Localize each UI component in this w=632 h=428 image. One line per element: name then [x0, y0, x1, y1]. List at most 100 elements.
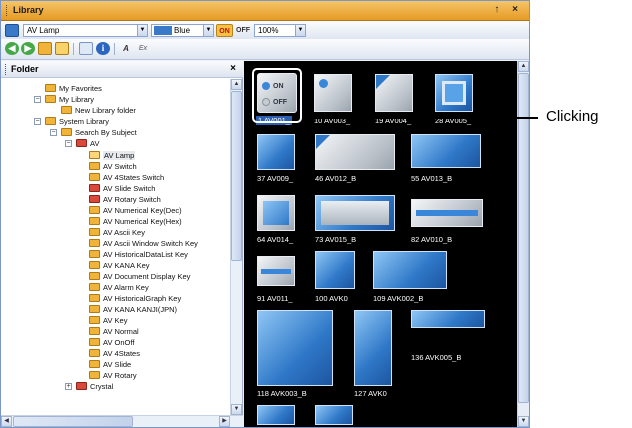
part-tile[interactable]: [257, 256, 295, 286]
folder-icon: [89, 239, 100, 247]
window-title: Library: [13, 5, 44, 15]
collapse-icon[interactable]: −: [65, 140, 72, 147]
tree-item[interactable]: AV Document Display Key: [89, 271, 190, 282]
scroll-down-icon[interactable]: ▼: [518, 416, 529, 427]
grip-handle[interactable]: [5, 64, 7, 75]
scroll-down-icon[interactable]: ▼: [231, 404, 242, 415]
part-tile[interactable]: [315, 251, 355, 289]
tree-item-av-lamp[interactable]: AV Lamp: [89, 150, 136, 161]
part-tile[interactable]: [314, 74, 352, 112]
inner-square: [442, 81, 466, 105]
folder-vertical-scrollbar[interactable]: ▲ ▼: [230, 79, 242, 415]
off-toggle[interactable]: OFF: [234, 24, 252, 37]
tree-item[interactable]: AV Ascii Window Switch Key: [89, 238, 198, 249]
folder-header: Folder ×: [1, 61, 243, 78]
tree-item[interactable]: AV Switch: [89, 161, 137, 172]
tree-item-av[interactable]: AV: [76, 138, 99, 149]
library-icon: [5, 24, 19, 37]
collapse-icon[interactable]: −: [34, 118, 41, 125]
tree-item[interactable]: AV Rotary Switch: [89, 194, 161, 205]
gallery-item-label: 82 AV010_B: [411, 235, 453, 244]
scroll-up-icon[interactable]: ▲: [518, 61, 529, 72]
chevron-down-icon[interactable]: ▼: [203, 25, 213, 36]
font-icon[interactable]: Ex: [136, 42, 150, 55]
toolbar-separator: [73, 43, 74, 55]
info-icon[interactable]: i: [96, 42, 110, 55]
copy-icon[interactable]: [79, 42, 93, 55]
part-tile[interactable]: [257, 195, 295, 231]
tree-item-my-library[interactable]: My Library: [45, 94, 94, 105]
part-tile[interactable]: [257, 134, 295, 170]
tree-item[interactable]: AV Slide Switch: [89, 183, 155, 194]
folder-horizontal-scrollbar[interactable]: ◀ ▶: [1, 415, 243, 427]
folder-up-icon[interactable]: [38, 42, 52, 55]
view-icon[interactable]: [55, 42, 69, 55]
tree-item-new-library-folder[interactable]: New Library folder: [61, 105, 136, 116]
collapse-icon[interactable]: −: [50, 129, 57, 136]
part-tile[interactable]: [315, 405, 353, 425]
tree-item-system-library[interactable]: System Library: [45, 116, 109, 127]
scrollbar-thumb[interactable]: [231, 91, 242, 261]
gallery-vertical-scrollbar[interactable]: ▲ ▼: [517, 61, 529, 427]
folder-icon: [89, 173, 100, 181]
gallery-item-label: 46 AV012_B: [315, 174, 357, 183]
part-tile[interactable]: [375, 74, 413, 112]
parts-gallery: ON OFF 1 AV001_ 10 AV003_ 19 AV004_ 28 A…: [244, 61, 529, 427]
part-tile[interactable]: [257, 310, 333, 386]
tree-item-crystal[interactable]: Crystal: [76, 381, 113, 392]
tree-item[interactable]: AV Slide: [89, 359, 131, 370]
tree-item[interactable]: AV Ascii Key: [89, 227, 145, 238]
close-icon[interactable]: ×: [230, 63, 236, 74]
folder-title: Folder: [11, 64, 39, 74]
toolbar-separator: [114, 43, 115, 55]
folder-icon: [89, 360, 100, 368]
tree-item-search-by-subject[interactable]: Search By Subject: [61, 127, 137, 138]
chevron-down-icon[interactable]: ▼: [295, 25, 305, 36]
part-tile[interactable]: [435, 74, 473, 112]
collapse-icon[interactable]: −: [34, 96, 41, 103]
tree-item[interactable]: AV HistoricalGraph Key: [89, 293, 181, 304]
title-bar[interactable]: Library ↑ ×: [1, 1, 529, 21]
tree-item[interactable]: AV KANA Key: [89, 260, 150, 271]
tree-item[interactable]: AV Numerical Key(Hex): [89, 216, 182, 227]
tree-item[interactable]: AV Numerical Key(Dec): [89, 205, 182, 216]
tree-item[interactable]: AV 4States: [89, 348, 140, 359]
title-buttons[interactable]: ↑ ×: [494, 4, 523, 15]
scrollbar-thumb[interactable]: [13, 416, 133, 427]
scroll-left-icon[interactable]: ◀: [1, 416, 12, 427]
part-tile[interactable]: [315, 134, 395, 170]
library-combo[interactable]: AV Lamp ▼: [23, 24, 148, 37]
tree-item[interactable]: AV KANA KANJI(JPN): [89, 304, 177, 315]
chevron-down-icon[interactable]: ▼: [137, 25, 147, 36]
part-tile[interactable]: [373, 251, 447, 289]
part-tile[interactable]: [354, 310, 392, 386]
tree-item-my-favorites[interactable]: My Favorites: [45, 83, 102, 94]
folder-icon: [89, 316, 100, 324]
on-toggle[interactable]: ON: [216, 24, 233, 37]
zoom-combo[interactable]: 100% ▼: [254, 24, 306, 37]
toolbar-bottom: ◀ ▶ i A Ex: [1, 39, 529, 60]
tree-item[interactable]: AV OnOff: [89, 337, 134, 348]
back-icon[interactable]: ◀: [5, 42, 19, 55]
edit-label-icon[interactable]: A: [119, 42, 133, 55]
tree-item[interactable]: AV Normal: [89, 326, 139, 337]
part-tile[interactable]: [257, 405, 295, 425]
tree-item[interactable]: AV Alarm Key: [89, 282, 149, 293]
tree-item[interactable]: AV Rotary: [89, 370, 137, 381]
part-tile[interactable]: [315, 195, 395, 231]
folder-icon: [76, 139, 87, 147]
gallery-item-label: 109 AVK002_B: [373, 294, 424, 303]
color-combo[interactable]: Blue ▼: [151, 24, 214, 37]
grip-handle[interactable]: [6, 5, 9, 16]
part-tile[interactable]: [411, 310, 485, 328]
forward-icon[interactable]: ▶: [21, 42, 35, 55]
tree-item[interactable]: AV Key: [89, 315, 127, 326]
part-tile[interactable]: [411, 199, 483, 227]
tree-item[interactable]: AV 4States Switch: [89, 172, 164, 183]
tree-item[interactable]: AV HistoricalDataList Key: [89, 249, 188, 260]
scroll-up-icon[interactable]: ▲: [231, 79, 242, 90]
part-tile[interactable]: [411, 134, 481, 168]
expand-icon[interactable]: +: [65, 383, 72, 390]
scroll-right-icon[interactable]: ▶: [219, 416, 230, 427]
scrollbar-thumb[interactable]: [518, 73, 529, 403]
